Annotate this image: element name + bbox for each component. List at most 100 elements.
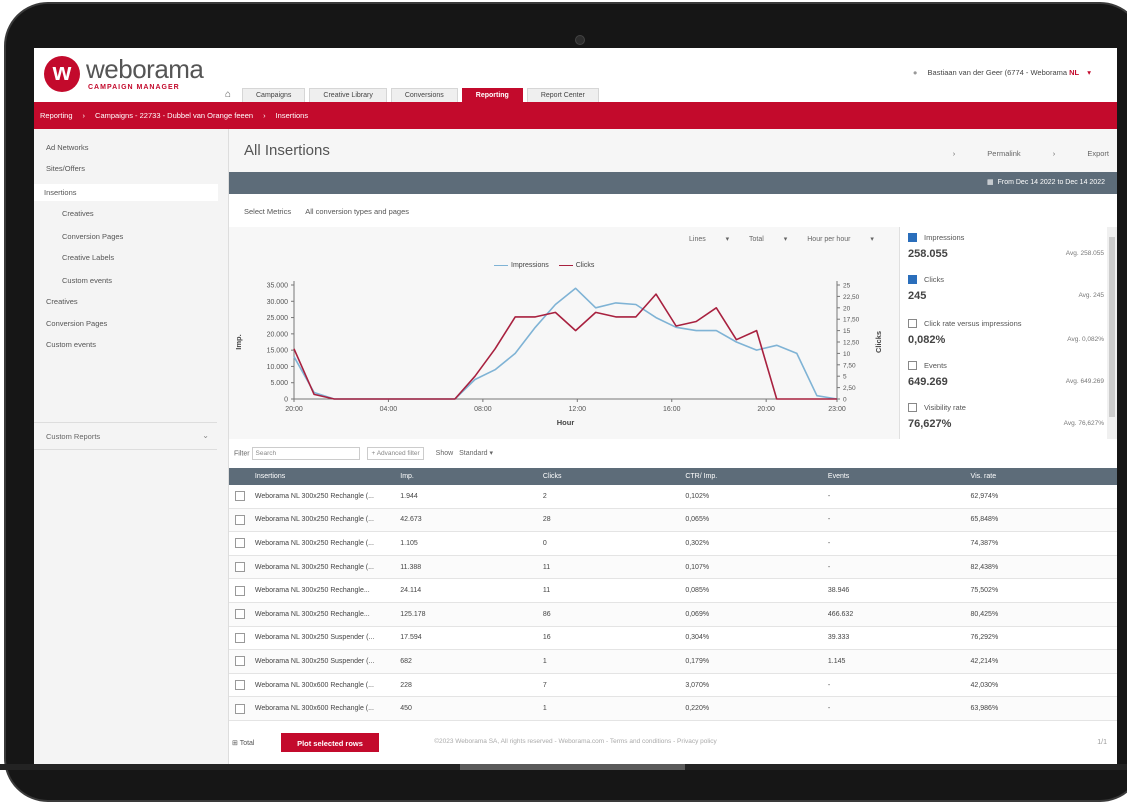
- metric-average: Avg. 649.269: [1065, 378, 1104, 385]
- table-row[interactable]: Weborama NL 300x600 Rechangle (... 228 7 3,…: [229, 673, 1117, 698]
- line-chart: 0 5.000 10.000 15.000 20.000 25.000 30.000 35.0…: [234, 281, 883, 427]
- row-select-cell: [229, 673, 249, 698]
- row-checkbox[interactable]: [235, 680, 245, 691]
- table-cell: 1.944: [394, 485, 537, 509]
- metrics-scrollbar[interactable]: [1107, 227, 1117, 439]
- breadcrumb-campaign[interactable]: Campaigns - 22733 - Dubbel van Orange fe…: [95, 111, 253, 120]
- table-row[interactable]: Weborama NL 300x250 Rechangle (... 1.105 0…: [229, 531, 1117, 556]
- metric-value: 258.055: [908, 248, 948, 260]
- y-tick-label-left: 10.000: [267, 364, 289, 371]
- insertions-table: Insertions Imp. Clicks CTR/ Imp. Events Vis. …: [229, 468, 1117, 721]
- page-actions: › Permalink › Export: [923, 149, 1109, 158]
- table-cell: 0,069%: [679, 602, 822, 627]
- logo-mark: w: [44, 56, 80, 92]
- sidebar-item-insertions[interactable]: Insertions: [34, 184, 218, 201]
- tab-report-center[interactable]: Report Center: [526, 88, 599, 102]
- breadcrumb: Reporting › Campaigns - 22733 - Dubbel van…: [34, 102, 1117, 129]
- export-label: Export: [1087, 149, 1109, 158]
- table-cell: 0,179%: [679, 649, 822, 674]
- table-cell: -: [821, 485, 965, 509]
- metric-checkbox[interactable]: [908, 361, 917, 370]
- row-checkbox[interactable]: [235, 585, 245, 596]
- metric-checkbox[interactable]: [908, 275, 917, 284]
- sidebar-item-custom-events-sub[interactable]: Custom events: [62, 276, 112, 285]
- table-cell: 0,107%: [679, 555, 822, 580]
- column-header[interactable]: CTR/ Imp.: [679, 468, 822, 485]
- row-checkbox[interactable]: [235, 609, 245, 620]
- table-row[interactable]: Weborama NL 300x250 Rechangle (... 11.388…: [229, 555, 1117, 580]
- metrics-selector[interactable]: All conversion types and pages: [305, 207, 409, 216]
- table-row[interactable]: Weborama NL 300x250 Rechangle (... 42.673…: [229, 508, 1117, 533]
- sidebar-item-sites-offers[interactable]: Sites/Offers: [46, 164, 85, 173]
- row-checkbox[interactable]: [235, 562, 245, 573]
- column-header[interactable]: Insertions: [248, 468, 395, 485]
- table-cell: Weborama NL 300x250 Suspender (...: [248, 649, 395, 674]
- row-checkbox[interactable]: [235, 538, 245, 549]
- table-row[interactable]: Weborama NL 300x600 Rechangle (... 450 1 0,…: [229, 696, 1117, 721]
- table-row[interactable]: Weborama NL 300x250 Suspender (... 682 1 0,…: [229, 649, 1117, 674]
- sidebar-item-creatives[interactable]: Creatives: [46, 297, 78, 306]
- table-cell: 74,387%: [964, 531, 1117, 556]
- date-range-bar[interactable]: ▦ From Dec 14 2022 to Dec 14 2022: [229, 172, 1117, 194]
- table-cell: 42.673: [394, 508, 537, 533]
- filter-label: Filter: [234, 450, 250, 458]
- row-select-cell: [229, 555, 249, 580]
- chart-panel: Lines ▾ Total ▾ Hour per hour ▾ Impressi…: [229, 227, 899, 439]
- y-tick-label-right: 0: [843, 397, 847, 404]
- table-cell: 24.114: [394, 578, 537, 603]
- table-row[interactable]: Weborama NL 300x250 Rechangle (... 1.944 2…: [229, 485, 1117, 509]
- series-line-clicks: [293, 293, 837, 400]
- custom-reports-toggle[interactable]: Custom Reports ⌄: [34, 422, 217, 450]
- table-row[interactable]: Weborama NL 300x250 Rechangle... 125.178 8…: [229, 602, 1117, 627]
- column-header[interactable]: Events: [821, 468, 965, 485]
- tab-conversions[interactable]: Conversions: [390, 88, 458, 102]
- table-cell: 39.333: [821, 626, 965, 651]
- table-row[interactable]: Weborama NL 300x250 Rechangle... 24.114 11…: [229, 578, 1117, 603]
- metric-checkbox[interactable]: [908, 233, 917, 242]
- row-checkbox[interactable]: [235, 703, 245, 714]
- breadcrumb-reporting[interactable]: Reporting: [40, 111, 73, 120]
- sidebar-item-custom-events[interactable]: Custom events: [46, 340, 96, 349]
- search-input[interactable]: Search: [251, 447, 360, 460]
- table-row[interactable]: Weborama NL 300x250 Suspender (... 17.594…: [229, 626, 1117, 651]
- weborama-logo[interactable]: w weborama CAMPAIGN MANAGER: [44, 54, 219, 96]
- date-range: From Dec 14 2022 to Dec 14 2022: [997, 179, 1105, 186]
- sidebar-item-creatives-sub[interactable]: Creatives: [62, 209, 94, 218]
- permalink-link[interactable]: › Permalink: [953, 149, 1021, 158]
- row-checkbox[interactable]: [235, 514, 245, 525]
- table-cell: 38.946: [821, 578, 965, 603]
- metric-checkbox[interactable]: [908, 319, 917, 328]
- metric-checkbox[interactable]: [908, 403, 917, 412]
- column-header[interactable]: Vis. rate: [964, 468, 1117, 485]
- sidebar-item-conversion-pages[interactable]: Conversion Pages: [46, 319, 107, 328]
- tab-creative-library[interactable]: Creative Library: [309, 88, 387, 102]
- export-link[interactable]: › Export: [1053, 149, 1109, 158]
- table-cell: 11.388: [394, 555, 537, 580]
- sidebar-item-creative-labels-sub[interactable]: Creative Labels: [62, 253, 114, 262]
- table-cell: Weborama NL 300x250 Suspender (...: [248, 626, 395, 651]
- row-checkbox[interactable]: [235, 632, 245, 643]
- x-tick-label: 23:00: [828, 406, 846, 413]
- table-cell: 0,220%: [679, 696, 822, 721]
- tab-campaigns[interactable]: Campaigns: [242, 88, 306, 102]
- sidebar-item-conversion-pages-sub[interactable]: Conversion Pages: [62, 232, 123, 241]
- row-checkbox[interactable]: [235, 491, 245, 502]
- camera-dot: [575, 35, 585, 45]
- chevron-down-icon[interactable]: ▾: [1087, 68, 1091, 77]
- y-tick-label-right: 7,50: [843, 362, 856, 369]
- metric-label: Events: [924, 361, 947, 370]
- table-cell: 3,070%: [679, 673, 822, 698]
- advanced-filter-button[interactable]: + Advanced filter: [367, 447, 424, 460]
- show-select[interactable]: Standard ▾: [459, 450, 493, 457]
- row-checkbox[interactable]: [235, 656, 245, 667]
- y-tick-label-left: 15.000: [267, 348, 289, 355]
- sidebar-item-ad-networks[interactable]: Ad Networks: [46, 143, 89, 152]
- home-icon[interactable]: ⌂: [218, 88, 238, 102]
- tab-reporting[interactable]: Reporting: [461, 88, 523, 102]
- header-select: [229, 468, 249, 485]
- user-menu[interactable]: ● Bastiaan van der Geer (6774 - Weborama…: [913, 68, 1091, 77]
- column-header[interactable]: Imp.: [394, 468, 537, 485]
- copyright: ©2023 Weborama SA, All rights reserved -…: [434, 738, 717, 745]
- table-cell: 2: [536, 485, 680, 509]
- column-header[interactable]: Clicks: [536, 468, 680, 485]
